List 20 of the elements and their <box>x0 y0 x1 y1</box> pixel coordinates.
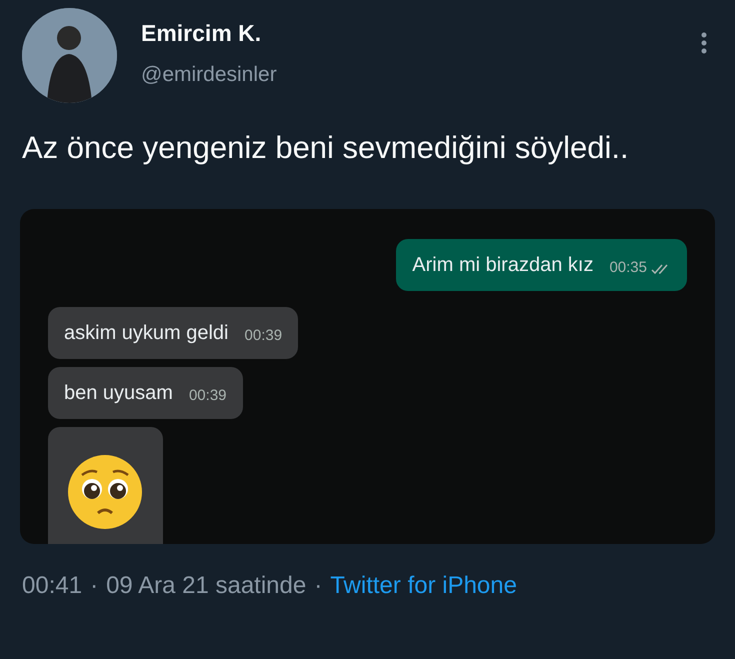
pleading-face-icon <box>66 452 144 531</box>
received-message-bubble[interactable]: ben uyusam 00:39 <box>48 366 243 419</box>
received-message-bubble[interactable]: askim uykum geldi 00:39 <box>48 306 298 359</box>
message-text: ben uyusam <box>64 380 173 406</box>
tweet-text: Az önce yengeniz beni sevmediğini söyledi.. <box>22 129 630 167</box>
tweet-date: 09 Ara 21 saatinde <box>106 570 306 601</box>
tweet-time: 00:41 <box>22 570 82 601</box>
separator: · <box>314 570 322 601</box>
message-time: 00:35 <box>609 258 647 278</box>
message-time: 00:39 <box>188 386 227 406</box>
message-text: Arim mi birazdan kız <box>412 252 594 278</box>
author-name[interactable]: Emircim K. <box>141 16 701 50</box>
separator: · <box>90 570 98 601</box>
source-link[interactable]: Twitter for iPhone <box>330 568 517 604</box>
author-handle[interactable]: @emirdesinler <box>141 58 701 90</box>
more-options-icon[interactable] <box>701 32 707 54</box>
message-time: 00:39 <box>244 326 282 346</box>
received-message-bubble[interactable] <box>48 426 163 544</box>
message-text: askim uykum geldi <box>64 320 229 346</box>
sent-message-bubble[interactable]: Arim mi birazdan kız 00:35 <box>396 238 687 291</box>
